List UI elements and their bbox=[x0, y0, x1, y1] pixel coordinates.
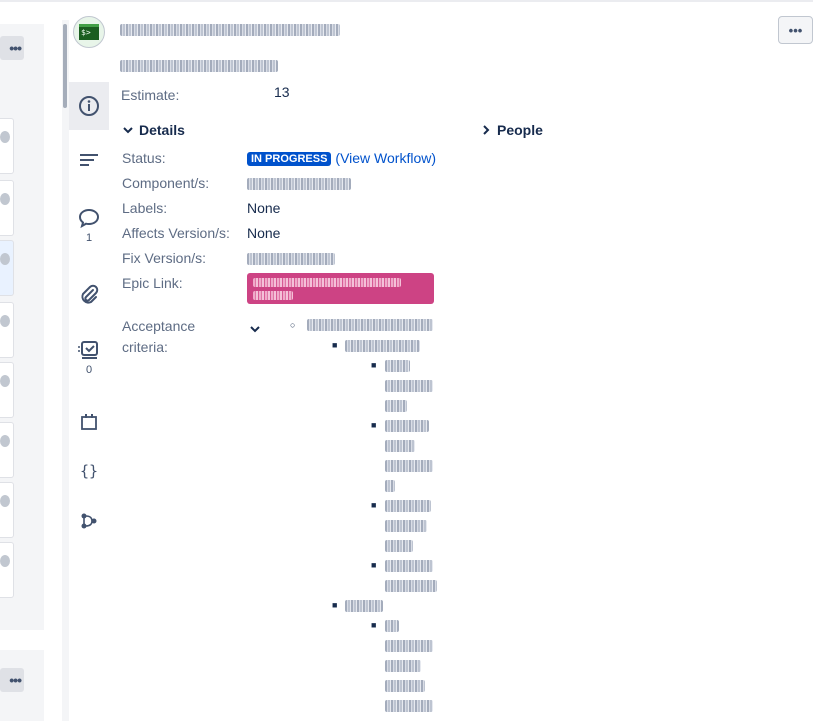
list-bullet-square: ■ bbox=[371, 420, 377, 430]
board-card[interactable] bbox=[0, 542, 14, 598]
comment-icon bbox=[78, 208, 100, 229]
card-avatar-icon bbox=[0, 555, 10, 567]
epic-link-lozenge[interactable] bbox=[247, 273, 434, 304]
board-card[interactable] bbox=[0, 482, 14, 538]
column-menu-button[interactable]: ••• bbox=[0, 668, 24, 692]
paperclip-icon bbox=[81, 284, 99, 304]
issue-title-redacted bbox=[120, 24, 340, 36]
checklist-count: 0 bbox=[85, 364, 93, 376]
criteria-detail-redacted bbox=[385, 400, 407, 412]
info-icon bbox=[79, 96, 99, 116]
view-workflow-link[interactable]: (View Workflow) bbox=[335, 150, 436, 166]
nav-description[interactable] bbox=[69, 150, 109, 170]
criteria-detail-redacted bbox=[385, 440, 415, 452]
board-card[interactable] bbox=[0, 362, 14, 418]
criteria-subitem-redacted bbox=[345, 340, 420, 352]
criteria-detail-redacted bbox=[385, 640, 433, 652]
board-card[interactable] bbox=[0, 180, 14, 236]
criteria-detail-redacted bbox=[385, 380, 433, 392]
field-label-labels: Labels: bbox=[122, 200, 168, 216]
epic-name-redacted-line2 bbox=[253, 291, 293, 300]
list-bullet-square: ■ bbox=[371, 360, 377, 370]
affects-version-value[interactable]: None bbox=[247, 225, 280, 241]
list-bullet-square: ■ bbox=[332, 600, 338, 610]
criteria-subitem-redacted bbox=[345, 600, 383, 612]
people-header: People bbox=[497, 122, 543, 138]
list-bullet-square: ■ bbox=[371, 560, 377, 570]
nav-integrations[interactable] bbox=[69, 510, 109, 532]
criteria-detail-redacted bbox=[385, 700, 433, 712]
nav-checklist[interactable]: 0 bbox=[69, 338, 109, 376]
board-column-2: ••• bbox=[0, 650, 44, 721]
card-avatar-icon bbox=[0, 435, 10, 447]
details-header: Details bbox=[139, 122, 185, 138]
status-value: IN PROGRESS (View Workflow) bbox=[247, 150, 436, 166]
scrollbar-thumb[interactable] bbox=[63, 24, 67, 108]
chevron-down-icon bbox=[123, 127, 133, 134]
criteria-detail-redacted bbox=[385, 460, 433, 472]
criteria-detail-redacted bbox=[385, 560, 433, 572]
checklist-icon bbox=[78, 341, 98, 359]
field-label-epic-link: Epic Link: bbox=[122, 275, 183, 291]
fix-version-value-redacted[interactable] bbox=[247, 253, 335, 265]
criteria-detail-redacted bbox=[385, 580, 437, 592]
epic-name-redacted bbox=[253, 278, 401, 287]
criteria-detail-redacted bbox=[385, 620, 399, 632]
nav-code[interactable]: {} bbox=[69, 462, 109, 480]
card-avatar-icon bbox=[0, 131, 10, 143]
field-label-components: Component/s: bbox=[122, 175, 210, 191]
issue-key-redacted bbox=[120, 60, 278, 72]
braces-icon: {} bbox=[79, 462, 99, 480]
field-label-affects-version: Affects Version/s: bbox=[122, 225, 230, 241]
nav-attachments[interactable] bbox=[69, 284, 109, 306]
criteria-detail-redacted bbox=[385, 540, 413, 552]
chevron-right-icon bbox=[483, 125, 490, 135]
criteria-detail-redacted bbox=[385, 420, 429, 432]
card-avatar-icon bbox=[0, 193, 10, 205]
status-badge[interactable]: IN PROGRESS bbox=[247, 152, 332, 166]
field-label-acceptance-criteria: Acceptance criteria: bbox=[122, 318, 196, 355]
estimate-label: Estimate: bbox=[121, 87, 180, 103]
criteria-detail-redacted bbox=[385, 480, 395, 492]
card-avatar-icon bbox=[0, 495, 10, 507]
criteria-detail-redacted bbox=[385, 660, 421, 672]
list-bullet-square: ■ bbox=[332, 340, 338, 350]
criteria-detail-redacted bbox=[385, 520, 427, 532]
board-card[interactable] bbox=[0, 422, 14, 478]
field-label-fix-version: Fix Version/s: bbox=[122, 250, 207, 266]
criteria-detail-redacted bbox=[385, 360, 410, 372]
list-bullet-circle: ○ bbox=[290, 320, 296, 330]
components-value-redacted[interactable] bbox=[247, 178, 351, 190]
details-toggle[interactable]: Details bbox=[123, 122, 185, 138]
field-label-status: Status: bbox=[122, 150, 166, 166]
top-divider bbox=[0, 0, 813, 2]
card-avatar-icon bbox=[0, 315, 10, 327]
column-menu-button[interactable]: ••• bbox=[0, 36, 24, 60]
card-avatar-icon bbox=[0, 375, 10, 387]
criteria-item-redacted bbox=[307, 319, 433, 331]
labels-value[interactable]: None bbox=[247, 200, 280, 216]
nav-comments[interactable]: 1 bbox=[69, 206, 109, 244]
criteria-detail-redacted bbox=[385, 680, 425, 692]
board-card[interactable] bbox=[0, 302, 14, 358]
people-toggle[interactable]: People bbox=[481, 122, 543, 138]
estimate-value: 13 bbox=[274, 84, 290, 100]
more-actions-button[interactable]: ••• bbox=[778, 16, 813, 44]
calendar-icon bbox=[81, 414, 97, 430]
comments-count: 1 bbox=[85, 232, 93, 244]
nav-calendar[interactable] bbox=[69, 412, 109, 432]
branch-icon bbox=[81, 513, 97, 529]
criteria-detail-redacted bbox=[385, 500, 431, 512]
board-card[interactable] bbox=[0, 118, 14, 174]
side-nav: 1 0 {} bbox=[69, 0, 109, 721]
card-avatar-icon bbox=[0, 253, 10, 265]
board-card-selected[interactable] bbox=[0, 240, 14, 296]
list-bullet-square: ■ bbox=[371, 620, 377, 630]
board-column: ••• bbox=[0, 24, 44, 630]
chevron-down-icon[interactable] bbox=[249, 324, 261, 334]
list-bullet-square: ■ bbox=[371, 500, 377, 510]
nav-details[interactable] bbox=[69, 82, 109, 130]
scrollbar-track[interactable] bbox=[62, 20, 69, 721]
text-lines-icon bbox=[80, 154, 98, 166]
